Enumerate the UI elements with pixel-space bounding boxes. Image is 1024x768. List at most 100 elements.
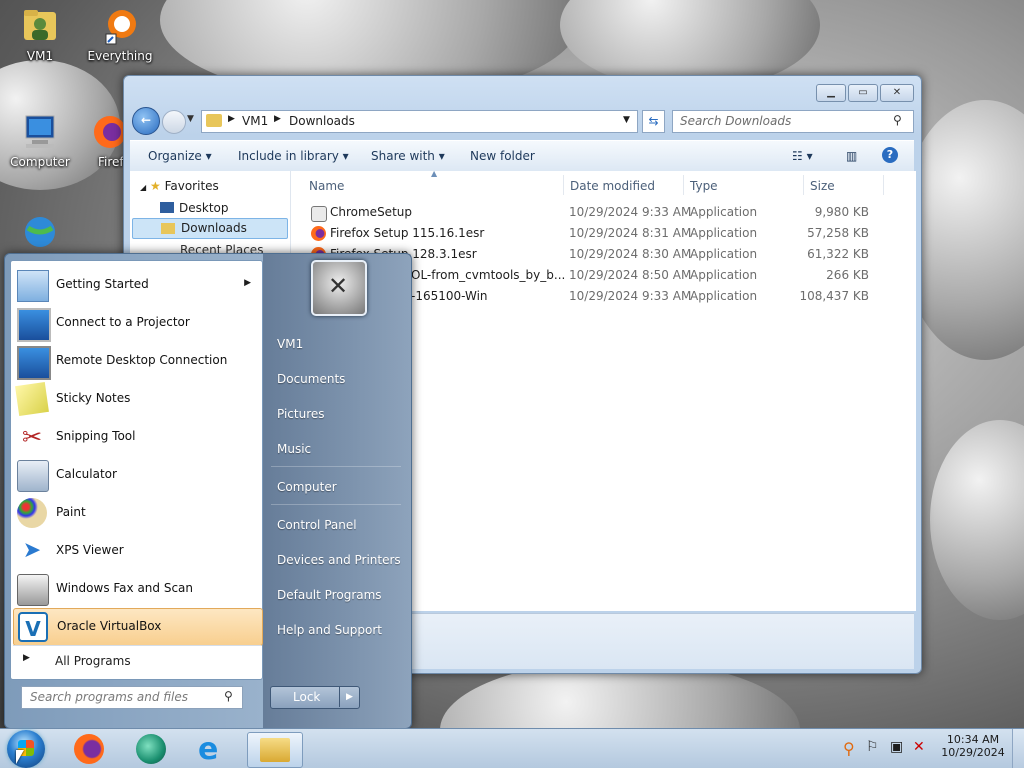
scissors-icon: ✂ — [21, 423, 43, 451]
nav-downloads[interactable]: Downloads — [132, 218, 288, 239]
user-picture[interactable]: ✕ — [311, 260, 367, 316]
forward-button[interactable] — [162, 110, 186, 134]
program-snipping-tool[interactable]: ✂ Snipping Tool — [13, 419, 261, 455]
firefox-icon — [74, 734, 104, 764]
view-options-icon[interactable]: ☷ ▾ — [792, 149, 813, 163]
taskbar-app[interactable] — [124, 732, 178, 766]
start-orb-button[interactable] — [7, 730, 45, 768]
desktop-icon-everything[interactable]: Everything — [80, 6, 160, 63]
table-row[interactable]: Firefox Setup 115.16.1esr 10/29/2024 8:3… — [291, 223, 911, 244]
search-tray-icon[interactable]: ⚲ — [843, 739, 855, 758]
taskbar-internet-explorer[interactable]: e — [186, 732, 240, 767]
recent-pages-dropdown[interactable]: ▼ — [187, 114, 194, 124]
edge-like-icon — [136, 734, 166, 764]
program-oracle-virtualbox[interactable]: V Oracle VirtualBox — [13, 608, 263, 646]
start-search-placeholder: Search programs and files — [30, 690, 188, 704]
breadcrumb-vm1[interactable]: VM1 — [242, 114, 268, 128]
remote-desktop-icon — [17, 346, 51, 380]
search-downloads-input[interactable]: Search Downloads ⚲ — [672, 110, 914, 133]
nav-desktop[interactable]: Desktop — [160, 201, 229, 215]
file-size: 108,437 KB — [799, 289, 869, 303]
submenu-arrow-icon: ▶ — [244, 278, 251, 288]
preview-pane-icon[interactable]: ▥ — [846, 149, 857, 163]
breadcrumb-downloads[interactable]: Downloads — [289, 114, 355, 128]
program-fax-scan[interactable]: Windows Fax and Scan — [13, 571, 261, 607]
column-header-date[interactable]: Date modified — [570, 179, 655, 193]
desktop-icon-computer[interactable]: Computer — [0, 112, 80, 169]
network-icon[interactable]: ▣ — [890, 739, 903, 755]
column-header-name[interactable]: Name — [309, 179, 344, 193]
lock-button[interactable]: Lock ▶ — [270, 686, 360, 709]
start-search-input[interactable]: Search programs and files ⚲ — [21, 686, 243, 709]
program-getting-started[interactable]: Getting Started ▶ — [13, 267, 261, 303]
program-xps-viewer[interactable]: ➤ XPS Viewer — [13, 533, 261, 569]
file-type: Application — [690, 226, 758, 240]
program-connect-projector[interactable]: Connect to a Projector — [13, 305, 261, 342]
start-item-help-support[interactable]: Help and Support — [277, 623, 382, 637]
wallpaper-shape — [930, 420, 1024, 620]
desktop-icon-network[interactable] — [0, 212, 80, 255]
help-icon[interactable]: ? — [882, 147, 898, 163]
table-row[interactable]: ChromeSetup 10/29/2024 9:33 AM Applicati… — [291, 202, 911, 223]
arrow-left-icon: ← — [140, 113, 152, 127]
start-item-music[interactable]: Music — [277, 442, 311, 456]
action-center-flag-icon[interactable]: ⚐ — [866, 739, 879, 755]
minimize-button[interactable]: ▁ — [816, 84, 846, 102]
lock-label: Lock — [293, 690, 321, 704]
program-sticky-notes[interactable]: Sticky Notes — [13, 381, 261, 417]
start-item-user[interactable]: VM1 — [277, 337, 303, 351]
file-date: 10/29/2024 8:30 AM — [569, 247, 692, 261]
share-with-menu[interactable]: Share with ▾ — [371, 149, 445, 163]
refresh-button[interactable]: ⇆ — [642, 110, 665, 133]
column-header-type[interactable]: Type — [690, 179, 718, 193]
nav-favorites[interactable]: ◢ ★ Favorites — [140, 179, 219, 193]
internet-explorer-icon: e — [198, 732, 219, 767]
close-button[interactable]: ✕ — [880, 84, 914, 102]
start-item-control-panel[interactable]: Control Panel — [277, 518, 357, 532]
computer-icon — [20, 112, 60, 152]
start-item-default-programs[interactable]: Default Programs — [277, 588, 382, 602]
separator — [271, 466, 401, 467]
power-options-arrow-icon[interactable]: ▶ — [339, 687, 359, 707]
taskbar-firefox[interactable] — [62, 732, 116, 766]
address-bar[interactable]: ▶ VM1 ▶ Downloads ▼ — [201, 110, 638, 133]
address-dropdown-icon[interactable]: ▼ — [623, 115, 630, 125]
nav-favorites-label: Favorites — [164, 179, 219, 193]
desktop-icon-vm1[interactable]: VM1 — [0, 6, 80, 63]
separator — [271, 504, 401, 505]
program-label: Snipping Tool — [56, 429, 136, 443]
start-item-pictures[interactable]: Pictures — [277, 407, 325, 421]
file-size: 9,980 KB — [814, 205, 869, 219]
organize-menu[interactable]: Organize ▾ — [148, 149, 212, 163]
program-paint[interactable]: Paint — [13, 495, 261, 531]
search-icon[interactable]: ⚲ — [893, 113, 902, 127]
start-item-documents[interactable]: Documents — [277, 372, 345, 386]
program-label: Windows Fax and Scan — [56, 581, 194, 595]
breadcrumb-separator-icon: ▶ — [228, 114, 235, 124]
application-icon — [311, 206, 327, 222]
clock[interactable]: 10:34 AM 10/29/2024 — [940, 733, 1006, 759]
start-item-devices-printers[interactable]: Devices and Printers — [277, 553, 401, 567]
paint-palette-icon — [17, 498, 47, 528]
program-label: Calculator — [56, 467, 117, 481]
volume-muted-icon[interactable]: ✕ — [913, 739, 925, 755]
new-folder-button[interactable]: New folder — [470, 149, 535, 163]
taskbar-file-explorer[interactable] — [247, 732, 303, 768]
program-remote-desktop[interactable]: Remote Desktop Connection — [13, 343, 261, 380]
breadcrumb-separator-icon: ▶ — [274, 114, 281, 124]
nav-desktop-label: Desktop — [179, 201, 229, 215]
start-item-computer[interactable]: Computer — [277, 480, 337, 494]
back-button[interactable]: ← — [132, 107, 160, 135]
program-calculator[interactable]: Calculator — [13, 457, 261, 493]
file-type: Application — [690, 289, 758, 303]
include-in-library-menu[interactable]: Include in library ▾ — [238, 149, 349, 163]
column-header-size[interactable]: Size — [810, 179, 835, 193]
search-icon[interactable]: ⚲ — [224, 689, 233, 703]
search-placeholder: Search Downloads — [680, 114, 792, 128]
all-programs-button[interactable]: ▶ All Programs — [13, 645, 261, 676]
file-explorer-icon — [260, 738, 290, 762]
show-desktop-button[interactable] — [1012, 729, 1024, 768]
maximize-button[interactable]: ▭ — [848, 84, 878, 102]
desktop-icon-label: VM1 — [26, 49, 54, 63]
file-name: ChromeSetup — [330, 205, 412, 219]
